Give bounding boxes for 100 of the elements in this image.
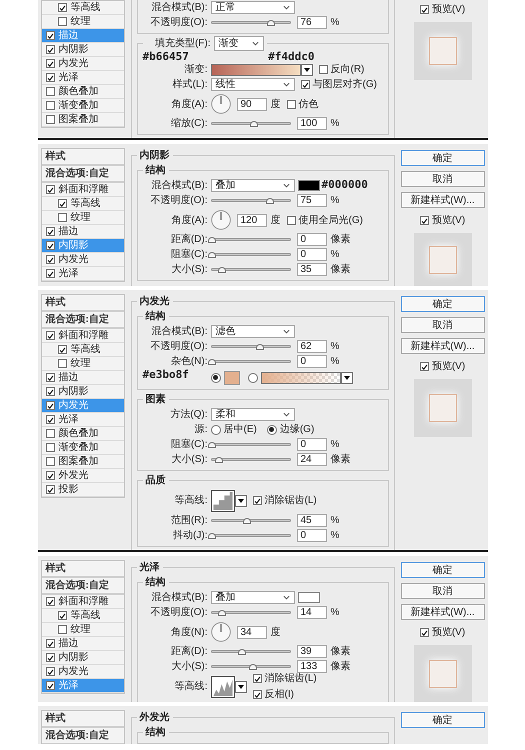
slider-thumb[interactable] <box>208 442 216 448</box>
radio-button[interactable] <box>248 372 258 382</box>
gradient-dropdown[interactable] <box>300 64 312 76</box>
gradient-dropdown[interactable] <box>234 680 246 692</box>
slider[interactable] <box>210 665 290 668</box>
checkbox[interactable] <box>46 101 54 110</box>
style-list-item[interactable]: 描边 <box>42 371 124 385</box>
value-field[interactable]: 76 <box>296 16 326 29</box>
dropdown[interactable]: 叠加 <box>210 179 294 192</box>
color-swatch[interactable] <box>224 370 240 384</box>
style-list-item[interactable]: 颜色叠加 <box>42 85 124 99</box>
checkbox[interactable] <box>46 401 54 410</box>
checkbox[interactable] <box>46 667 54 676</box>
slider-thumb[interactable] <box>266 198 274 204</box>
checkbox[interactable] <box>46 471 54 480</box>
checkbox[interactable]: 预览(V) <box>420 625 466 640</box>
style-list-item[interactable]: 内发光 <box>42 57 124 71</box>
value-field[interactable]: 62 <box>296 340 326 353</box>
style-list-item[interactable]: 渐变叠加 <box>42 99 124 113</box>
style-list-item[interactable]: 图案叠加 <box>42 455 124 469</box>
slider-thumb[interactable] <box>218 610 226 616</box>
style-list-item[interactable]: 纹理 <box>42 623 124 637</box>
value-field[interactable]: 0 <box>296 529 326 542</box>
slider[interactable] <box>210 519 290 522</box>
value-field[interactable]: 0 <box>296 355 326 368</box>
style-list-item[interactable]: 光泽 <box>42 413 124 427</box>
checkbox[interactable] <box>46 653 54 662</box>
value-field[interactable]: 34 <box>236 626 266 638</box>
style-list-item[interactable]: 内发光 <box>42 253 124 267</box>
style-list-item[interactable]: 光泽 <box>42 267 124 281</box>
slider-thumb[interactable] <box>248 664 257 670</box>
slider[interactable] <box>210 345 290 348</box>
checkbox[interactable] <box>58 17 66 26</box>
dialog-button[interactable]: 新建样式(W)... <box>400 604 484 620</box>
checkbox[interactable]: 使用全局光(G) <box>286 212 363 228</box>
dialog-button[interactable]: 确定 <box>400 150 484 166</box>
checkbox[interactable] <box>46 639 54 648</box>
checkbox[interactable] <box>46 485 54 494</box>
checkbox[interactable] <box>58 625 66 634</box>
gradient-bar[interactable] <box>210 64 300 76</box>
gradient-dropdown[interactable] <box>234 494 246 506</box>
checkbox[interactable] <box>46 59 54 68</box>
style-list-item[interactable]: 斜面和浮雕 <box>42 329 124 343</box>
dialog-button[interactable]: 取消 <box>400 583 484 599</box>
value-field[interactable]: 100 <box>296 117 326 130</box>
style-list-item[interactable]: 内阴影 <box>42 43 124 57</box>
style-list-item[interactable]: 外发光 <box>42 469 124 483</box>
value-field[interactable]: 120 <box>236 214 266 226</box>
dropdown[interactable]: 正常 <box>210 1 294 14</box>
radio-button[interactable] <box>210 372 220 382</box>
style-list-item[interactable]: 内阴影 <box>42 385 124 399</box>
checkbox[interactable] <box>46 255 54 264</box>
style-list-item[interactable]: 颜色叠加 <box>42 427 124 441</box>
dropdown[interactable]: 渐变 <box>214 36 264 51</box>
checkbox[interactable] <box>46 185 54 194</box>
angle-dial[interactable] <box>210 622 230 642</box>
checkbox[interactable] <box>46 331 54 340</box>
value-field[interactable]: 0 <box>296 233 326 246</box>
checkbox[interactable]: 反向(R) <box>318 62 364 77</box>
style-list-item[interactable]: 纹理 <box>42 211 124 225</box>
dialog-button[interactable]: 取消 <box>400 171 484 187</box>
radio-button[interactable]: 居中(E) <box>210 422 257 437</box>
style-list-item[interactable]: 内阴影 <box>42 651 124 665</box>
value-field[interactable]: 75 <box>296 194 326 207</box>
checkbox[interactable] <box>46 681 54 690</box>
color-swatch[interactable] <box>298 592 320 603</box>
slider[interactable] <box>210 443 290 446</box>
style-list-item[interactable]: 纹理 <box>42 357 124 371</box>
checkbox[interactable] <box>46 31 54 40</box>
slider[interactable] <box>210 238 290 241</box>
checkbox[interactable] <box>46 373 54 382</box>
value-field[interactable]: 0 <box>296 438 326 451</box>
slider[interactable] <box>210 253 290 256</box>
dialog-button[interactable]: 确定 <box>400 712 484 728</box>
checkbox[interactable] <box>46 87 54 96</box>
checkbox[interactable] <box>46 73 54 82</box>
slider[interactable] <box>210 611 290 614</box>
dialog-button[interactable]: 新建样式(W)... <box>400 338 484 354</box>
checkbox[interactable]: 预览(V) <box>420 2 466 17</box>
checkbox[interactable]: 预览(V) <box>420 359 466 374</box>
slider-thumb[interactable] <box>238 649 246 655</box>
checkbox[interactable] <box>58 213 66 222</box>
style-list-item[interactable]: 描边 <box>42 637 124 651</box>
dropdown[interactable]: 柔和 <box>210 408 294 421</box>
style-list-item[interactable]: 斜面和浮雕 <box>42 183 124 197</box>
checkbox[interactable] <box>46 597 54 606</box>
checkbox[interactable]: 与图层对齐(G) <box>300 77 377 92</box>
gradient-dropdown[interactable] <box>340 372 352 384</box>
slider-thumb[interactable] <box>208 252 216 258</box>
checkbox[interactable] <box>58 3 66 12</box>
style-list-item[interactable]: 等高线 <box>42 197 124 211</box>
slider[interactable] <box>210 650 290 653</box>
dropdown[interactable]: 叠加 <box>210 591 294 604</box>
dialog-button[interactable]: 新建样式(W)... <box>400 192 484 208</box>
radio-button[interactable]: 边缘(G) <box>266 422 314 437</box>
checkbox[interactable] <box>46 387 54 396</box>
style-list-item[interactable]: 斜面和浮雕 <box>42 595 124 609</box>
dialog-button[interactable]: 确定 <box>400 296 484 312</box>
style-list-item[interactable]: 图案叠加 <box>42 113 124 127</box>
checkbox[interactable] <box>46 241 54 250</box>
